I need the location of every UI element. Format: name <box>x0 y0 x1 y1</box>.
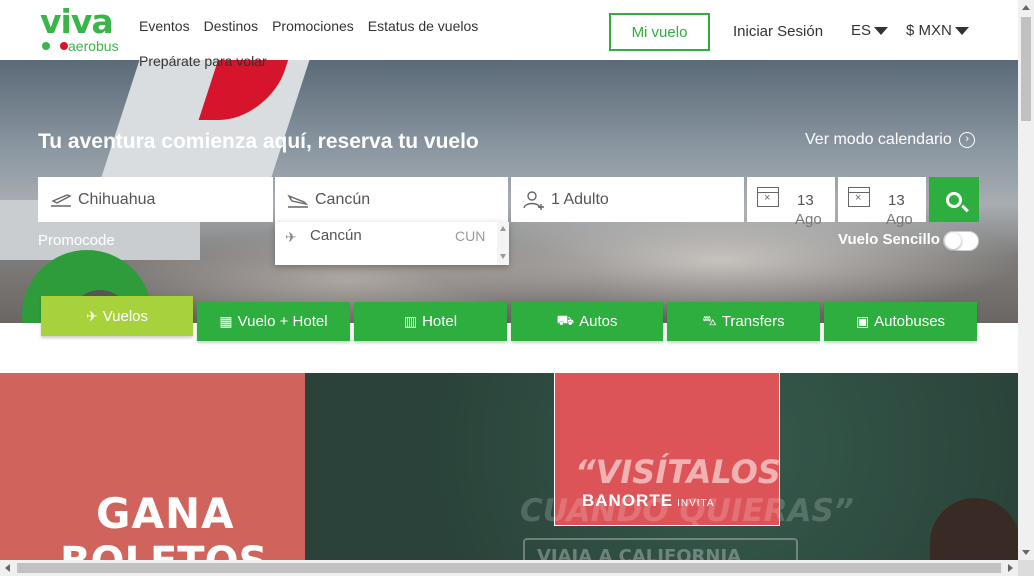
tab-hotel[interactable]: ▥ Hotel <box>354 302 507 341</box>
hero-title: Tu aventura comienza aquí, reserva tu vu… <box>38 130 479 153</box>
depart-day: 13 <box>797 192 814 209</box>
main-nav: Eventos Destinos Promociones Estatus de … <box>139 18 478 34</box>
nav-promociones[interactable]: Promociones <box>272 18 354 34</box>
tab-label: Autobuses <box>874 313 946 330</box>
site-header: viva aerobus Eventos Destinos Promocione… <box>0 0 1018 60</box>
one-way-toggle[interactable] <box>943 231 979 251</box>
search-icon <box>946 191 962 208</box>
promocode-link[interactable]: Promocode <box>38 232 115 249</box>
tab-label: Vuelo + Hotel <box>237 313 328 330</box>
tab-autos[interactable]: ⛟ Autos <box>511 302 663 341</box>
currency-value: $ MXN <box>906 22 952 39</box>
currency-selector[interactable]: $ MXN <box>906 22 969 39</box>
dropdown-option[interactable]: ✈ Cancún CUN <box>275 222 495 250</box>
building-icon: ▦ <box>219 313 233 329</box>
option-code: CUN <box>455 228 486 244</box>
return-date-field[interactable]: 13 Ago <box>838 177 926 228</box>
user-add-icon <box>521 189 547 211</box>
passengers-field[interactable]: 1 Adulto <box>511 177 744 222</box>
logo-dot-green <box>42 42 50 50</box>
hotel-icon: ▥ <box>403 313 418 329</box>
car-icon: ⛟ <box>556 312 575 328</box>
calendar-mode-link[interactable]: Ver modo calendario › <box>805 131 976 149</box>
banner-headline-2: BOLETOS <box>60 539 267 560</box>
scroll-right-icon[interactable] <box>1008 564 1013 572</box>
destination-dropdown: ✈ Cancún CUN <box>275 222 509 265</box>
destination-value: Cancún <box>315 190 371 208</box>
scroll-up-icon[interactable] <box>500 226 506 231</box>
vertical-scrollbar[interactable] <box>1018 0 1034 560</box>
bus-icon: ▣ <box>855 313 870 329</box>
banner-headline: GANA <box>96 489 235 538</box>
banner-card-title: “VISÍTALOS <box>575 453 781 491</box>
plane-icon: ✈ <box>285 229 297 245</box>
toggle-knob <box>945 233 961 249</box>
depart-month: Ago <box>795 211 822 228</box>
depart-date-field[interactable]: 13 Ago <box>747 177 835 228</box>
scrollbar-thumb[interactable] <box>17 563 1001 573</box>
passengers-value: 1 Adulto <box>551 190 609 208</box>
language-value: ES <box>851 22 872 39</box>
scroll-down-icon[interactable] <box>1022 550 1030 555</box>
logo-sub: aerobus <box>68 38 119 54</box>
promo-banner[interactable]: GANA BOLETOS “VISÍTALOS CUANDO QUIERAS” … <box>0 373 1018 560</box>
origin-value: Chihuahua <box>78 190 156 208</box>
van-icon: ⛍ <box>702 312 717 328</box>
logo-brand: viva <box>40 2 114 41</box>
mi-vuelo-button[interactable]: Mi vuelo <box>609 13 710 51</box>
scroll-up-icon[interactable] <box>1022 5 1030 10</box>
horizontal-scrollbar[interactable] <box>0 560 1018 576</box>
tab-autobuses[interactable]: ▣ Autobuses <box>824 302 977 341</box>
viva-aerobus-logo[interactable]: viva aerobus <box>40 2 130 54</box>
chevron-right-circle-icon: › <box>959 131 976 148</box>
tab-label: Hotel <box>422 313 458 330</box>
nav-preparate[interactable]: Prepárate para volar <box>139 53 267 69</box>
plane-landing-icon <box>285 189 311 211</box>
tab-transfers[interactable]: ⛍ Transfers <box>667 302 820 341</box>
tab-label: Vuelos <box>102 307 149 325</box>
tab-vuelos[interactable]: ✈ Vuelos <box>41 296 193 336</box>
scrollbar-thumb[interactable] <box>1021 17 1031 121</box>
return-month: Ago <box>886 211 913 228</box>
banner-left-panel: GANA BOLETOS <box>0 373 305 560</box>
chevron-down-icon <box>954 27 969 36</box>
calendar-icon <box>848 187 870 207</box>
tab-label: Autos <box>579 313 618 330</box>
dropdown-scrollbar[interactable] <box>497 222 509 265</box>
sponsor-tag: INVITA <box>677 498 715 509</box>
tab-label: Transfers <box>721 313 785 330</box>
tab-vuelo-hotel[interactable]: ▦ Vuelo + Hotel <box>197 302 350 341</box>
banorte-logo: BANORTE INVITA <box>582 491 715 511</box>
banner-cta[interactable]: VIAJA A CALIFORNIA <box>523 538 798 560</box>
search-button[interactable] <box>929 177 979 222</box>
sponsor-name: BANORTE <box>582 491 674 510</box>
option-city: Cancún <box>310 227 362 244</box>
one-way-label: Vuelo Sencillo <box>838 231 940 248</box>
origin-field[interactable]: Chihuahua <box>38 177 273 222</box>
chevron-down-icon <box>874 27 889 36</box>
nav-eventos[interactable]: Eventos <box>139 18 190 34</box>
return-day: 13 <box>888 192 905 209</box>
nav-destinos[interactable]: Destinos <box>204 18 258 34</box>
login-link[interactable]: Iniciar Sesión <box>733 23 823 40</box>
scrollbar-corner <box>1018 560 1034 576</box>
plane-takeoff-icon <box>48 189 74 211</box>
scroll-down-icon[interactable] <box>500 254 506 259</box>
plane-icon: ✈ <box>85 307 98 324</box>
destination-field[interactable]: Cancún <box>275 177 508 222</box>
language-selector[interactable]: ES <box>851 22 889 39</box>
calendar-mode-label: Ver modo calendario <box>805 131 952 148</box>
scroll-left-icon[interactable] <box>5 564 10 572</box>
logo-dot-red <box>60 42 68 50</box>
nav-estatus-vuelos[interactable]: Estatus de vuelos <box>368 18 479 34</box>
calendar-icon <box>757 187 779 207</box>
